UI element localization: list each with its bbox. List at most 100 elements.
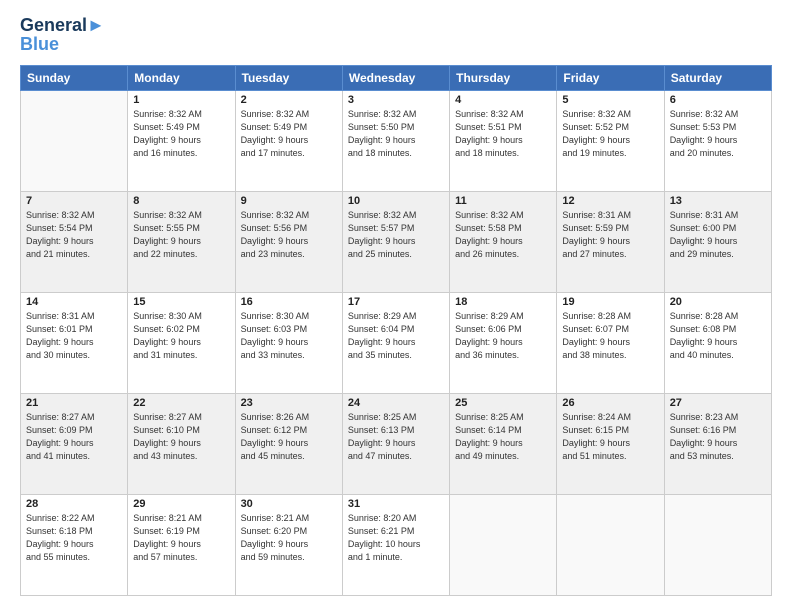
day-number: 17 <box>348 296 444 308</box>
calendar-cell: 2 Sunrise: 8:32 AM Sunset: 5:49 PM Daylig… <box>235 90 342 191</box>
day-info: Sunrise: 8:29 AM Sunset: 6:04 PM Dayligh… <box>348 310 444 362</box>
calendar-table: SundayMondayTuesdayWednesdayThursdayFrid… <box>20 65 772 596</box>
day-number: 24 <box>348 397 444 409</box>
day-number: 12 <box>562 195 658 207</box>
calendar-cell: 20Sunrise: 8:28 AM Sunset: 6:08 PM Dayli… <box>664 292 771 393</box>
weekday-header-row: SundayMondayTuesdayWednesdayThursdayFrid… <box>21 65 772 90</box>
calendar-cell: 25Sunrise: 8:25 AM Sunset: 6:14 PM Dayli… <box>450 393 557 494</box>
day-info: Sunrise: 8:31 AM Sunset: 6:01 PM Dayligh… <box>26 310 122 362</box>
day-info: Sunrise: 8:21 AM Sunset: 6:19 PM Dayligh… <box>133 512 229 564</box>
day-number: 15 <box>133 296 229 308</box>
day-info: Sunrise: 8:32 AM Sunset: 5:55 PM Dayligh… <box>133 209 229 261</box>
day-number: 29 <box>133 498 229 510</box>
calendar-cell: 14 Sunrise: 8:31 AM Sunset: 6:01 PM Dayli… <box>21 292 128 393</box>
day-info: Sunrise: 8:32 AM Sunset: 5:56 PM Dayligh… <box>241 209 337 261</box>
weekday-monday: Monday <box>128 65 235 90</box>
calendar-cell: 30 Sunrise: 8:21 AM Sunset: 6:20 PM Dayli… <box>235 494 342 595</box>
day-info: Sunrise: 8:32 AM Sunset: 5:53 PM Dayligh… <box>670 108 766 160</box>
day-number: 2 <box>241 94 337 106</box>
calendar-cell: 13Sunrise: 8:31 AM Sunset: 6:00 PM Dayli… <box>664 191 771 292</box>
calendar-cell: 5 Sunrise: 8:32 AM Sunset: 5:52 PM Daylig… <box>557 90 664 191</box>
weekday-sunday: Sunday <box>21 65 128 90</box>
calendar-cell: 3Sunrise: 8:32 AM Sunset: 5:50 PM Daylig… <box>342 90 449 191</box>
weekday-friday: Friday <box>557 65 664 90</box>
day-info: Sunrise: 8:32 AM Sunset: 5:49 PM Dayligh… <box>133 108 229 160</box>
calendar-cell: 18 Sunrise: 8:29 AM Sunset: 6:06 PM Dayli… <box>450 292 557 393</box>
day-info: Sunrise: 8:29 AM Sunset: 6:06 PM Dayligh… <box>455 310 551 362</box>
day-number: 28 <box>26 498 122 510</box>
day-number: 31 <box>348 498 444 510</box>
calendar-cell: 19 Sunrise: 8:28 AM Sunset: 6:07 PM Dayli… <box>557 292 664 393</box>
day-number: 5 <box>562 94 658 106</box>
calendar-cell: 29 Sunrise: 8:21 AM Sunset: 6:19 PM Dayli… <box>128 494 235 595</box>
calendar-cell: 28 Sunrise: 8:22 AM Sunset: 6:18 PM Dayli… <box>21 494 128 595</box>
calendar-cell: 10 Sunrise: 8:32 AM Sunset: 5:57 PM Dayli… <box>342 191 449 292</box>
day-number: 11 <box>455 195 551 207</box>
day-info: Sunrise: 8:32 AM Sunset: 5:57 PM Dayligh… <box>348 209 444 261</box>
weekday-saturday: Saturday <box>664 65 771 90</box>
day-info: Sunrise: 8:32 AM Sunset: 5:52 PM Dayligh… <box>562 108 658 160</box>
day-info: Sunrise: 8:23 AM Sunset: 6:16 PM Dayligh… <box>670 411 766 463</box>
day-number: 6 <box>670 94 766 106</box>
day-info: Sunrise: 8:30 AM Sunset: 6:02 PM Dayligh… <box>133 310 229 362</box>
day-info: Sunrise: 8:32 AM Sunset: 5:50 PM Dayligh… <box>348 108 444 160</box>
day-info: Sunrise: 8:24 AM Sunset: 6:15 PM Dayligh… <box>562 411 658 463</box>
day-info: Sunrise: 8:21 AM Sunset: 6:20 PM Dayligh… <box>241 512 337 564</box>
calendar-cell: 31 Sunrise: 8:20 AM Sunset: 6:21 PM Dayli… <box>342 494 449 595</box>
calendar-cell: 23 Sunrise: 8:26 AM Sunset: 6:12 PM Dayli… <box>235 393 342 494</box>
calendar-cell <box>21 90 128 191</box>
calendar-cell: 17 Sunrise: 8:29 AM Sunset: 6:04 PM Dayli… <box>342 292 449 393</box>
day-number: 27 <box>670 397 766 409</box>
header: General► Blue <box>20 16 772 55</box>
calendar-week-row: 28 Sunrise: 8:22 AM Sunset: 6:18 PM Dayli… <box>21 494 772 595</box>
calendar-cell: 8 Sunrise: 8:32 AM Sunset: 5:55 PM Daylig… <box>128 191 235 292</box>
day-info: Sunrise: 8:28 AM Sunset: 6:08 PM Dayligh… <box>670 310 766 362</box>
day-info: Sunrise: 8:25 AM Sunset: 6:13 PM Dayligh… <box>348 411 444 463</box>
calendar-cell <box>450 494 557 595</box>
logo: General► Blue <box>20 16 105 55</box>
calendar-cell: 16 Sunrise: 8:30 AM Sunset: 6:03 PM Dayli… <box>235 292 342 393</box>
day-info: Sunrise: 8:20 AM Sunset: 6:21 PM Dayligh… <box>348 512 444 564</box>
calendar-cell: 4Sunrise: 8:32 AM Sunset: 5:51 PM Daylig… <box>450 90 557 191</box>
calendar-cell <box>557 494 664 595</box>
calendar-cell: 22Sunrise: 8:27 AM Sunset: 6:10 PM Dayli… <box>128 393 235 494</box>
calendar-cell: 15 Sunrise: 8:30 AM Sunset: 6:02 PM Dayli… <box>128 292 235 393</box>
calendar-week-row: 21Sunrise: 8:27 AM Sunset: 6:09 PM Dayli… <box>21 393 772 494</box>
weekday-wednesday: Wednesday <box>342 65 449 90</box>
day-number: 10 <box>348 195 444 207</box>
day-number: 26 <box>562 397 658 409</box>
day-number: 23 <box>241 397 337 409</box>
logo-blue: Blue <box>20 34 59 55</box>
day-number: 14 <box>26 296 122 308</box>
day-info: Sunrise: 8:32 AM Sunset: 5:49 PM Dayligh… <box>241 108 337 160</box>
calendar-cell <box>664 494 771 595</box>
calendar-week-row: 14 Sunrise: 8:31 AM Sunset: 6:01 PM Dayli… <box>21 292 772 393</box>
weekday-thursday: Thursday <box>450 65 557 90</box>
calendar-cell: 11Sunrise: 8:32 AM Sunset: 5:58 PM Dayli… <box>450 191 557 292</box>
day-info: Sunrise: 8:26 AM Sunset: 6:12 PM Dayligh… <box>241 411 337 463</box>
day-info: Sunrise: 8:32 AM Sunset: 5:54 PM Dayligh… <box>26 209 122 261</box>
calendar-cell: 6 Sunrise: 8:32 AM Sunset: 5:53 PM Daylig… <box>664 90 771 191</box>
day-info: Sunrise: 8:30 AM Sunset: 6:03 PM Dayligh… <box>241 310 337 362</box>
page: General► Blue SundayMondayTuesdayWednesd… <box>0 0 792 612</box>
calendar-week-row: 7Sunrise: 8:32 AM Sunset: 5:54 PM Daylig… <box>21 191 772 292</box>
day-number: 8 <box>133 195 229 207</box>
day-number: 30 <box>241 498 337 510</box>
day-info: Sunrise: 8:27 AM Sunset: 6:09 PM Dayligh… <box>26 411 122 463</box>
day-number: 16 <box>241 296 337 308</box>
day-number: 22 <box>133 397 229 409</box>
day-info: Sunrise: 8:31 AM Sunset: 5:59 PM Dayligh… <box>562 209 658 261</box>
day-info: Sunrise: 8:22 AM Sunset: 6:18 PM Dayligh… <box>26 512 122 564</box>
day-number: 9 <box>241 195 337 207</box>
day-number: 19 <box>562 296 658 308</box>
calendar-cell: 24 Sunrise: 8:25 AM Sunset: 6:13 PM Dayli… <box>342 393 449 494</box>
day-info: Sunrise: 8:25 AM Sunset: 6:14 PM Dayligh… <box>455 411 551 463</box>
day-info: Sunrise: 8:28 AM Sunset: 6:07 PM Dayligh… <box>562 310 658 362</box>
calendar-cell: 9 Sunrise: 8:32 AM Sunset: 5:56 PM Daylig… <box>235 191 342 292</box>
calendar-cell: 1 Sunrise: 8:32 AM Sunset: 5:49 PM Daylig… <box>128 90 235 191</box>
calendar-cell: 21Sunrise: 8:27 AM Sunset: 6:09 PM Dayli… <box>21 393 128 494</box>
day-info: Sunrise: 8:32 AM Sunset: 5:51 PM Dayligh… <box>455 108 551 160</box>
day-number: 18 <box>455 296 551 308</box>
day-number: 1 <box>133 94 229 106</box>
calendar-cell: 27 Sunrise: 8:23 AM Sunset: 6:16 PM Dayli… <box>664 393 771 494</box>
